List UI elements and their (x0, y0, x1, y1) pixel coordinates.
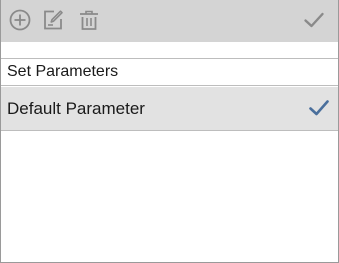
delete-button[interactable] (74, 5, 104, 35)
selected-checkmark-icon (309, 100, 329, 116)
checkmark-icon (304, 12, 324, 28)
delete-icon (80, 10, 98, 30)
list-item-label: Default Parameter (7, 98, 145, 118)
edit-button[interactable] (38, 5, 68, 35)
toolbar (1, 0, 338, 42)
list-item-default-parameter[interactable]: Default Parameter (1, 87, 338, 131)
edit-icon (44, 10, 63, 30)
section-title: Set Parameters (7, 63, 119, 80)
parameter-panel: Set Parameters Default Parameter (0, 0, 339, 263)
add-circle-icon (9, 9, 31, 31)
confirm-button[interactable] (299, 5, 329, 35)
section-header: Set Parameters (1, 58, 338, 86)
add-button[interactable] (5, 5, 35, 35)
